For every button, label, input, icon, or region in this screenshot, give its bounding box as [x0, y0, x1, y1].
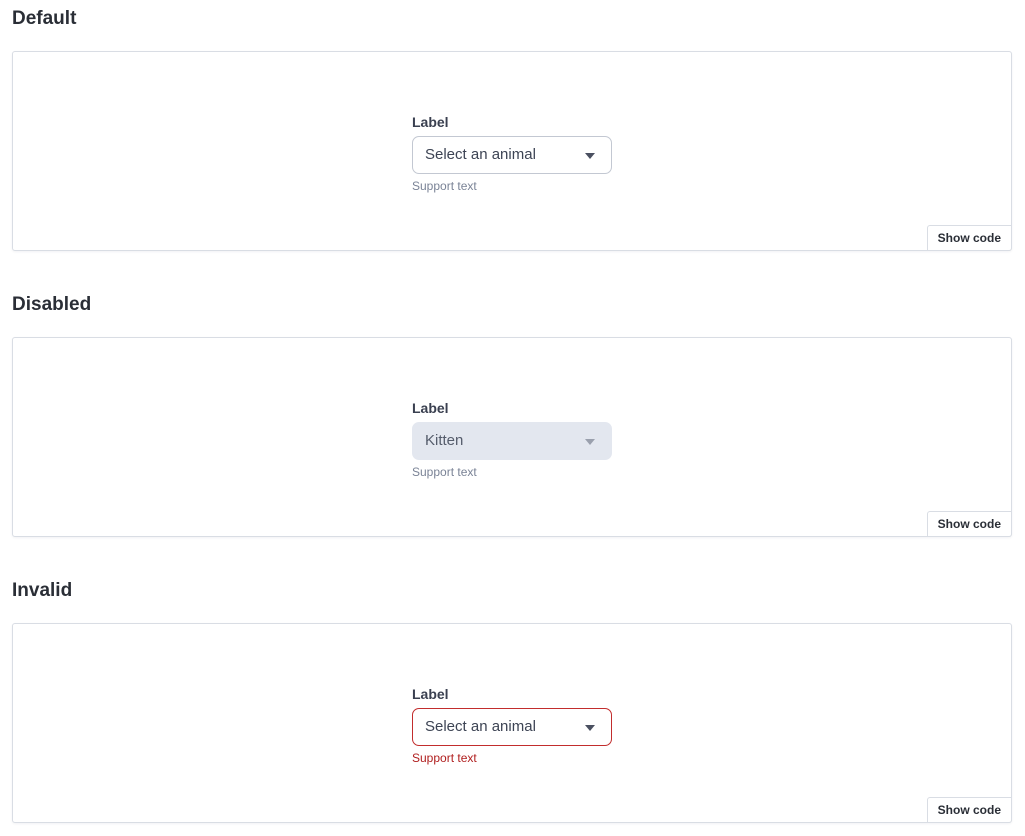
field-label: Label	[412, 114, 449, 130]
animal-select[interactable]: Select an animal	[412, 136, 612, 174]
demo-panel-invalid: Label Select an animal Support text Show…	[12, 623, 1012, 823]
section-title-default: Default	[12, 8, 77, 29]
animal-select-invalid[interactable]: Select an animal	[412, 708, 612, 746]
field-label: Label	[412, 400, 449, 416]
chevron-down-icon	[585, 153, 595, 159]
demo-panel-default: Label Select an animal Support text Show…	[12, 51, 1012, 251]
support-text: Support text	[412, 179, 477, 193]
select-field-disabled: Label Kitten Support text	[412, 399, 612, 480]
select-value: Kitten	[425, 432, 464, 449]
chevron-down-icon	[585, 439, 595, 445]
field-label: Label	[412, 686, 449, 702]
select-value: Select an animal	[425, 718, 536, 735]
demo-panel-disabled: Label Kitten Support text Show code	[12, 337, 1012, 537]
section-title-invalid: Invalid	[12, 580, 73, 601]
chevron-down-icon	[585, 725, 595, 731]
show-code-button[interactable]: Show code	[926, 225, 1012, 251]
section-title-disabled: Disabled	[12, 294, 92, 315]
support-text: Support text	[412, 465, 477, 479]
show-code-button[interactable]: Show code	[926, 511, 1012, 537]
support-text-error: Support text	[412, 751, 477, 765]
animal-select-disabled: Kitten	[412, 422, 612, 460]
select-field-default: Label Select an animal Support text	[412, 113, 612, 194]
select-field-invalid: Label Select an animal Support text	[412, 685, 612, 766]
select-value: Select an animal	[425, 146, 536, 163]
show-code-button[interactable]: Show code	[926, 797, 1012, 823]
